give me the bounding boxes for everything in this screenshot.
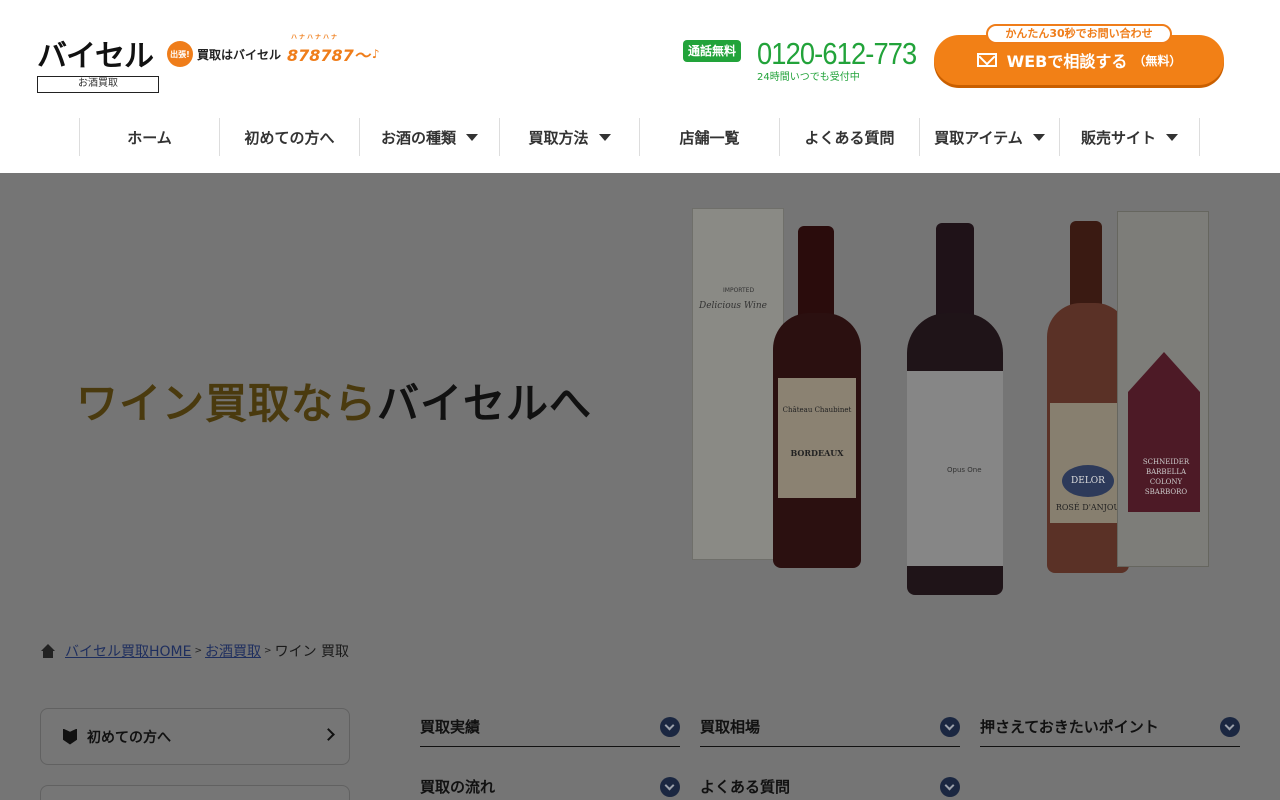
- nav-item-items[interactable]: 買取アイテム: [920, 118, 1060, 156]
- nav-label: 店舗一覧: [679, 128, 740, 147]
- wine-box-right: SCHNEIDER BARBELLA COLONY SBARBORO: [1117, 211, 1209, 567]
- anchor-link-market[interactable]: 買取相場: [700, 707, 960, 747]
- breadcrumb-separator: >: [264, 646, 272, 656]
- bottle-label-region: BORDEAUX: [790, 448, 844, 458]
- sidebar-beginner-card[interactable]: 初めての方へ: [40, 708, 350, 765]
- bottle-neck: [936, 223, 974, 323]
- web-consult-tip: かんたん30秒でお問い合わせ: [986, 24, 1172, 44]
- anchor-link-points[interactable]: 押さえておきたいポイント: [980, 707, 1240, 747]
- nav-item-methods[interactable]: 買取方法: [500, 118, 640, 156]
- anchor-label: 押さえておきたいポイント: [980, 718, 1159, 736]
- hero-title-gold: ワイン買取なら: [76, 379, 378, 428]
- wine-box-left: IMPORTED Delicious Wine: [692, 208, 784, 560]
- main-nav: ホーム 初めての方へ お酒の種類 買取方法 店舗一覧 よくある質問 買取アイテム…: [79, 118, 1201, 156]
- bottle-label-name: ROSÉ D'ANJOU: [1055, 503, 1121, 512]
- box-imported-text: IMPORTED: [723, 287, 755, 294]
- hero-title: ワイン買取ならバイセルへ: [76, 370, 592, 431]
- phone-contact[interactable]: 通話無料 0120-612-773 24時間いつでも受付中: [683, 36, 918, 84]
- nav-item-liquor-types[interactable]: お酒の種類: [360, 118, 500, 156]
- logo-text: バイセル: [37, 39, 154, 74]
- caret-down-icon: [598, 133, 611, 141]
- anchor-label: 買取相場: [700, 718, 761, 736]
- chevron-down-circle-icon: [940, 776, 960, 797]
- chevron-down-circle-icon: [1220, 716, 1240, 737]
- tagline-badge: 出張!: [167, 41, 193, 67]
- nav-label: ホーム: [127, 128, 172, 147]
- hero-banner: ワイン買取ならバイセルへ IMPORTED Delicious Wine Châ…: [0, 173, 1280, 623]
- breadcrumb-current: ワイン 買取: [274, 644, 350, 660]
- nav-label: 販売サイト: [1080, 128, 1156, 147]
- chevron-down-circle-icon: [660, 776, 680, 797]
- bottle-label: Château Chaubinet BORDEAUX: [778, 378, 856, 498]
- sidebar-card-label: 初めての方へ: [87, 729, 171, 746]
- web-consult-wrap: かんたん30秒でお問い合わせ WEBで相談する （無料）: [934, 24, 1224, 86]
- nav-label: 初めての方へ: [244, 128, 335, 147]
- nav-item-home[interactable]: ホーム: [80, 118, 220, 156]
- bottle-label-name: Château Chaubinet: [782, 406, 852, 414]
- bottle-label-name: Opus One: [947, 466, 982, 474]
- mail-icon: [976, 53, 997, 67]
- nav-label: よくある質問: [804, 128, 895, 147]
- nav-label: 買取方法: [528, 128, 589, 147]
- bottle-label-oval: DELOR: [1062, 465, 1114, 497]
- header-tagline: 出張! 買取はバイセル ハナハナハナ 878787〜 ♪: [167, 34, 380, 70]
- anchor-link-faq[interactable]: よくある質問: [700, 767, 960, 800]
- nav-item-shop[interactable]: 販売サイト: [1060, 118, 1200, 156]
- breadcrumb: バイセル買取HOME > お酒買取 > ワイン 買取: [40, 641, 349, 661]
- bottle-neck: [1070, 221, 1102, 311]
- anchor-label: 買取の流れ: [420, 778, 496, 796]
- chevron-down-circle-icon: [940, 716, 960, 737]
- sidebar-card[interactable]: [40, 785, 350, 800]
- tagline-ruby: ハナハナハナ: [291, 34, 340, 41]
- breadcrumb-home-link[interactable]: バイセル買取HOME: [65, 641, 191, 661]
- beginner-mark-icon: [63, 728, 77, 745]
- web-consult-free: （無料）: [1133, 53, 1182, 68]
- home-icon: [40, 644, 56, 658]
- nav-item-faq[interactable]: よくある質問: [780, 118, 920, 156]
- box-label-text: SCHNEIDER BARBELLA COLONY SBARBORO: [1142, 458, 1190, 496]
- nav-label: 買取アイテム: [934, 128, 1023, 147]
- tagline-number-text: 878787〜: [287, 46, 370, 65]
- site-header: バイセル お酒買取 出張! 買取はバイセル ハナハナハナ 878787〜 ♪ 通…: [0, 0, 1280, 173]
- anchor-link-flow[interactable]: 買取の流れ: [420, 767, 680, 800]
- tagline-number: ハナハナハナ 878787〜: [287, 34, 370, 66]
- caret-down-icon: [1166, 133, 1178, 141]
- caret-down-icon: [466, 133, 478, 141]
- music-note-icon: ♪: [371, 47, 380, 61]
- anchor-link-results[interactable]: 買取実績: [420, 707, 680, 747]
- phone-hours: 24時間いつでも受付中: [757, 72, 860, 83]
- logo-subtitle: お酒買取: [37, 76, 159, 93]
- breadcrumb-separator: >: [194, 646, 203, 656]
- web-consult-label: WEBで相談する: [1006, 52, 1128, 71]
- caret-down-icon: [1032, 133, 1045, 141]
- toll-free-badge: 通話無料: [683, 40, 742, 62]
- chevron-right-icon: [322, 728, 335, 741]
- hero-title-black: バイセルへ: [377, 379, 593, 428]
- anchor-label: よくある質問: [700, 778, 791, 796]
- bottle-neck: [798, 226, 834, 326]
- anchor-label: 買取実績: [420, 718, 481, 736]
- phone-number[interactable]: 0120-612-773: [757, 36, 917, 72]
- tagline-text: 買取はバイセル: [197, 47, 282, 62]
- nav-label: お酒の種類: [380, 128, 456, 147]
- breadcrumb-parent-link[interactable]: お酒買取: [205, 641, 261, 661]
- nav-item-stores[interactable]: 店舗一覧: [640, 118, 780, 156]
- chevron-down-circle-icon: [660, 716, 680, 737]
- nav-item-beginner[interactable]: 初めての方へ: [220, 118, 360, 156]
- site-logo[interactable]: バイセル お酒買取: [37, 40, 159, 93]
- bottle-label: DELOR ROSÉ D'ANJOU: [1050, 403, 1126, 523]
- bottle-label: Opus One: [907, 371, 1003, 566]
- box-label-text: Delicious Wine: [699, 301, 768, 311]
